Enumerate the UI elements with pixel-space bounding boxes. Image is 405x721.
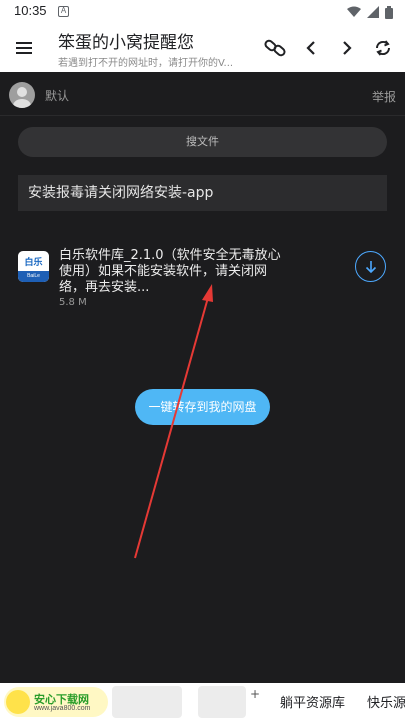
- file-item[interactable]: 白乐 BaiLe Ruanjian 白乐软件库_2.1.0（软件安全无毒放心使用…: [0, 240, 405, 320]
- tab-item[interactable]: 快乐源: [367, 692, 405, 711]
- page-subtitle: 若遇到打不开的网址时，请打开你的V...: [58, 58, 234, 69]
- status-icons: [347, 5, 393, 19]
- status-bar: 10:35 A: [0, 0, 405, 24]
- site-logo[interactable]: 安心下载网 www.java800.com: [4, 687, 108, 717]
- notice-banner: 安装报毒请关闭网络安装-app: [18, 175, 387, 211]
- menu-icon[interactable]: [14, 37, 36, 59]
- blurred-tab: [198, 686, 246, 718]
- notification-icon: A: [58, 6, 69, 17]
- blurred-tab: [112, 686, 182, 718]
- status-time: 10:35: [14, 3, 47, 18]
- save-to-cloud-button[interactable]: 一键转存到我的网盘: [135, 389, 270, 425]
- back-icon[interactable]: [297, 36, 325, 60]
- search-files-button[interactable]: 搜文件: [18, 127, 387, 157]
- user-row: 默认 举报: [0, 72, 405, 116]
- download-icon[interactable]: [355, 251, 386, 282]
- logo-icon: [6, 690, 30, 714]
- forward-icon[interactable]: [333, 36, 361, 60]
- refresh-icon[interactable]: [369, 36, 397, 60]
- page-title: 笨蛋的小窝提醒您: [58, 33, 194, 53]
- app-bar: 笨蛋的小窝提醒您 若遇到打不开的网址时，请打开你的V...: [0, 24, 405, 72]
- tab-item[interactable]: 躺平资源库: [280, 692, 345, 711]
- signal-icon: [367, 6, 379, 18]
- file-name: 白乐软件库_2.1.0（软件安全无毒放心使用）如果不能安装软件，请关闭网络，再去…: [59, 248, 281, 295]
- site-url: www.java800.com: [34, 705, 91, 712]
- link-icon[interactable]: [261, 36, 289, 60]
- bottom-bar: 安心下载网 www.java800.com + 躺平资源库 快乐源: [0, 683, 405, 721]
- file-thumbnail: 白乐 BaiLe Ruanjian: [18, 251, 49, 282]
- app-actions: [261, 36, 397, 60]
- add-tab-icon[interactable]: +: [250, 687, 260, 701]
- battery-icon: [385, 5, 393, 19]
- wifi-icon: [347, 6, 361, 17]
- avatar[interactable]: [9, 82, 35, 108]
- report-link[interactable]: 举报: [372, 88, 396, 105]
- file-size: 5.8 M: [59, 297, 87, 308]
- user-name: 默认: [45, 89, 70, 103]
